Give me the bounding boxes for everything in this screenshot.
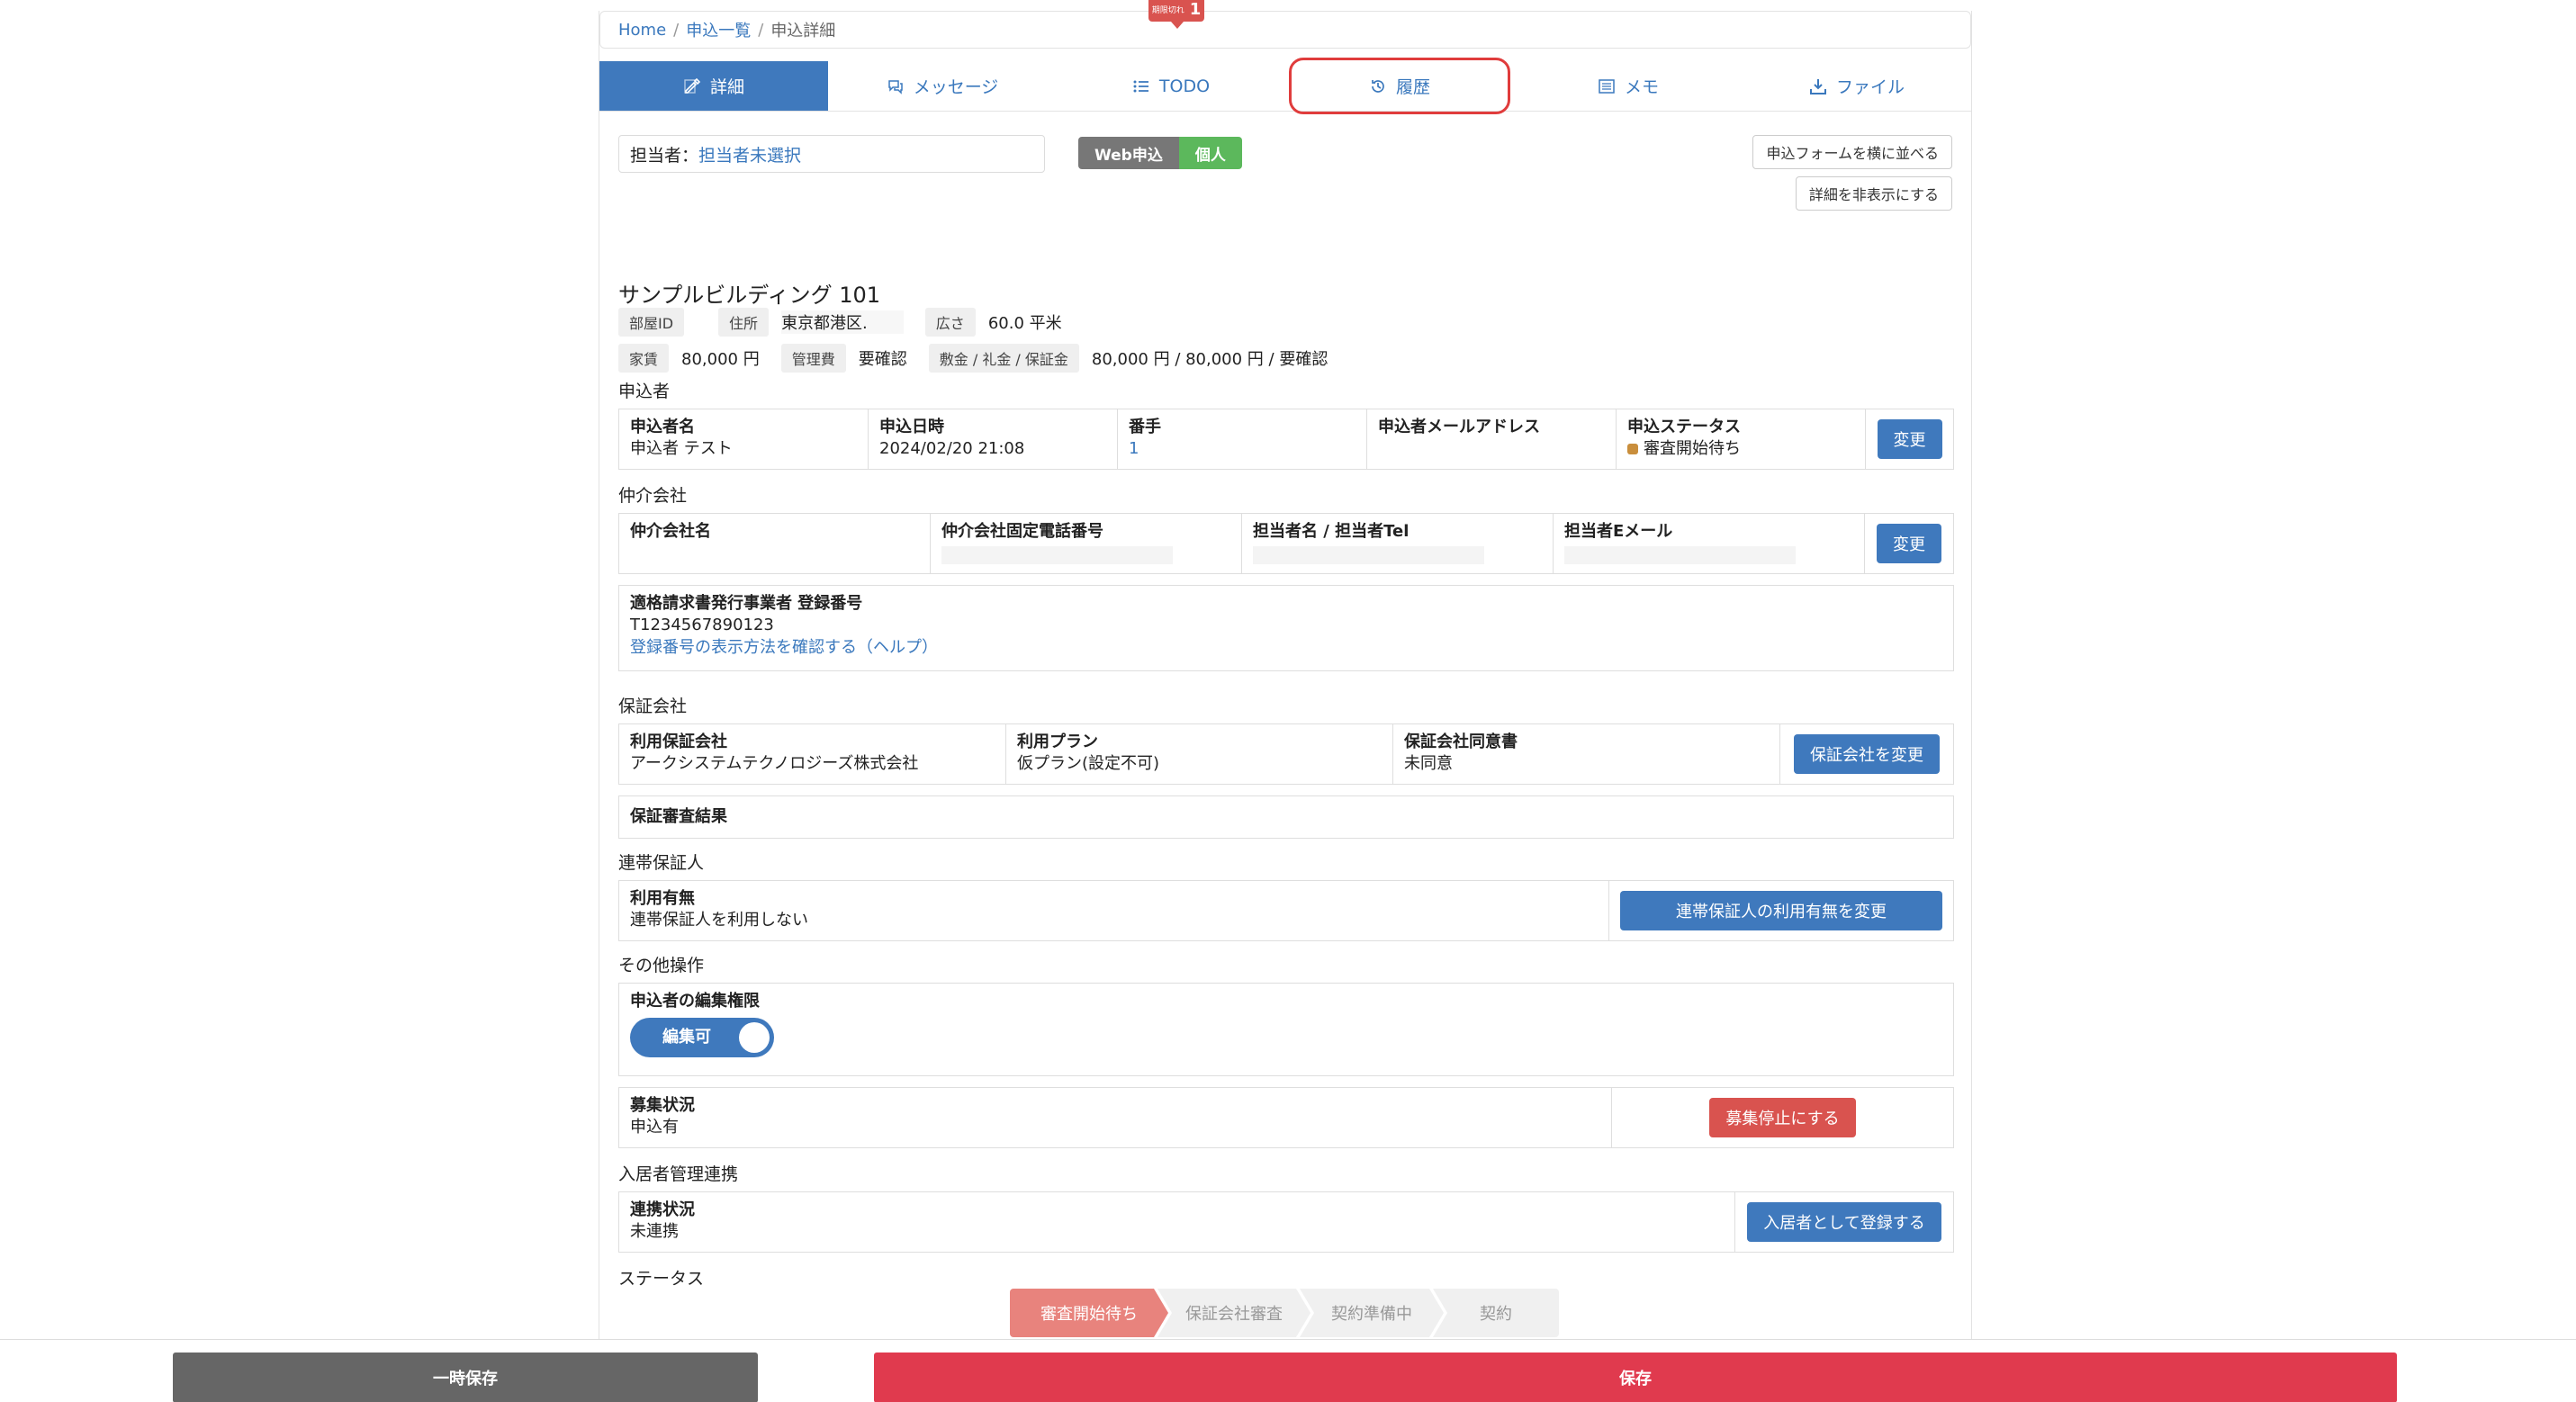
joint-guarantor-usage: 連帯保証人を利用しない: [630, 911, 808, 930]
application-status: 審査開始待ち: [1627, 438, 1854, 460]
web-application-tag: Web申込: [1078, 137, 1179, 169]
guarantor-company-section-title: 保証会社: [618, 697, 688, 716]
status-progress: 審査開始待ち 保証会社審査 契約準備中 契約: [1010, 1289, 1559, 1337]
chat-icon: [887, 79, 903, 94]
status-dot-icon: [1627, 444, 1638, 455]
breadcrumb: Home / 申込一覧 / 申込詳細: [599, 11, 1971, 49]
tab-memo[interactable]: メモ: [1514, 61, 1743, 111]
footer-bar: 一時保存 保存: [0, 1339, 2576, 1402]
main-container: Home / 申込一覧 / 申込詳細 詳細 メッセージ TODO 履歴 メモ フ…: [599, 0, 1972, 1348]
temp-save-button[interactable]: 一時保存: [173, 1353, 758, 1402]
applicant-name: 申込者 テスト: [630, 439, 733, 459]
tab-details[interactable]: 詳細: [599, 61, 828, 111]
assignee-label: 担当者：: [630, 145, 699, 166]
register-resident-button[interactable]: 入居者として登録する: [1747, 1202, 1941, 1242]
application-tags: Web申込 個人: [1078, 137, 1242, 169]
recruitment-status: 申込有: [630, 1118, 679, 1137]
tab-bar: 詳細 メッセージ TODO 履歴 メモ ファイル: [599, 58, 1971, 114]
breadcrumb-current: 申込詳細: [770, 22, 836, 40]
history-icon: [1372, 79, 1384, 93]
assignee-value[interactable]: 担当者未選択: [698, 142, 801, 166]
joint-guarantor-box: 利用有無 連帯保証人を利用しない 連帯保証人の利用有無を変更: [618, 880, 1954, 941]
tab-history[interactable]: 履歴: [1285, 58, 1514, 114]
download-icon: [1809, 78, 1826, 94]
guarantor-plan: 仮プラン(設定不可): [1017, 754, 1160, 774]
toggle-knob: [739, 1022, 770, 1054]
edit-permission-toggle[interactable]: 編集可: [630, 1018, 774, 1058]
resident-link-status: 未連携: [630, 1222, 679, 1242]
broker-section-title: 仲介会社: [618, 486, 688, 506]
applicant-box: 申込者名 申込者 テスト 申込日時 2024/02/20 21:08 番手 1 …: [618, 409, 1954, 470]
stop-recruitment-button[interactable]: 募集停止にする: [1709, 1098, 1856, 1137]
applicant-section-title: 申込者: [618, 382, 671, 401]
breadcrumb-application-list[interactable]: 申込一覧: [686, 18, 751, 41]
property-meta-row-1: 部屋ID 住所 東京都港区. 広さ 60.0 平米: [618, 308, 1084, 337]
guarantor-company-name: アークシステムテクノロジーズ株式会社: [630, 754, 919, 774]
list-icon: [1133, 80, 1148, 92]
status-step-contract: 契約: [1433, 1289, 1559, 1337]
resident-section-title: 入居者管理連携: [618, 1164, 739, 1184]
assignee-selector[interactable]: 担当者： 担当者未選択: [618, 135, 1045, 173]
todo-overdue-badge: 期限切れ 1: [1148, 0, 1204, 29]
guarantor-result-box: 保証審査結果: [618, 795, 1954, 839]
invoice-help-link[interactable]: 登録番号の表示方法を確認する（ヘルプ）: [630, 637, 1942, 659]
hide-details-button[interactable]: 詳細を非表示にする: [1795, 176, 1952, 211]
application-order[interactable]: 1: [1129, 438, 1356, 460]
resident-link-box: 連携状況 未連携 入居者として登録する: [618, 1191, 1954, 1253]
side-by-side-button[interactable]: 申込フォームを横に並べる: [1752, 135, 1952, 169]
property-meta-row-2: 家賃 80,000 円 管理費 要確認 敷金 / 礼金 / 保証金 80,000…: [618, 344, 1349, 373]
application-date: 2024/02/20 21:08: [879, 439, 1025, 459]
broker-change-button[interactable]: 変更: [1877, 524, 1941, 563]
tab-messages[interactable]: メッセージ: [828, 61, 1057, 111]
edit-icon: [684, 77, 701, 94]
change-guarantor-company-button[interactable]: 保証会社を変更: [1794, 734, 1940, 774]
guarantor-company-box: 利用保証会社 アークシステムテクノロジーズ株式会社 利用プラン 仮プラン(設定不…: [618, 723, 1954, 785]
status-step-contract-prep: 契約準備中: [1300, 1289, 1444, 1337]
guarantor-consent: 未同意: [1404, 754, 1453, 774]
status-section-title: ステータス: [618, 1269, 705, 1289]
joint-guarantor-section-title: 連帯保証人: [618, 853, 705, 873]
personal-tag: 個人: [1178, 137, 1242, 169]
other-section-title: その他操作: [618, 956, 705, 975]
tab-files[interactable]: ファイル: [1743, 61, 1971, 111]
breadcrumb-home[interactable]: Home: [618, 21, 666, 40]
status-step-review-waiting: 審査開始待ち: [1010, 1289, 1168, 1337]
applicant-change-button[interactable]: 変更: [1877, 419, 1942, 459]
recruitment-box: 募集状況 申込有 募集停止にする: [618, 1087, 1954, 1148]
guarantor-result-label: 保証審査結果: [630, 806, 727, 826]
save-button[interactable]: 保存: [874, 1353, 2397, 1402]
edit-permission-box: 申込者の編集権限 編集可: [618, 983, 1954, 1076]
status-step-guarantor-review: 保証会社審査: [1157, 1289, 1311, 1337]
invoice-box: 適格請求書発行事業者 登録番号 T1234567890123 登録番号の表示方法…: [618, 585, 1954, 671]
change-joint-guarantor-button[interactable]: 連帯保証人の利用有無を変更: [1620, 891, 1942, 930]
broker-box: 仲介会社名 仲介会社固定電話番号 担当者名 / 担当者Tel 担当者Eメール 変…: [618, 513, 1954, 574]
invoice-number: T1234567890123: [630, 616, 774, 635]
property-title: サンプルビルディング 101: [618, 283, 881, 308]
memo-icon: [1599, 78, 1615, 94]
tab-todo[interactable]: TODO: [1057, 61, 1285, 111]
